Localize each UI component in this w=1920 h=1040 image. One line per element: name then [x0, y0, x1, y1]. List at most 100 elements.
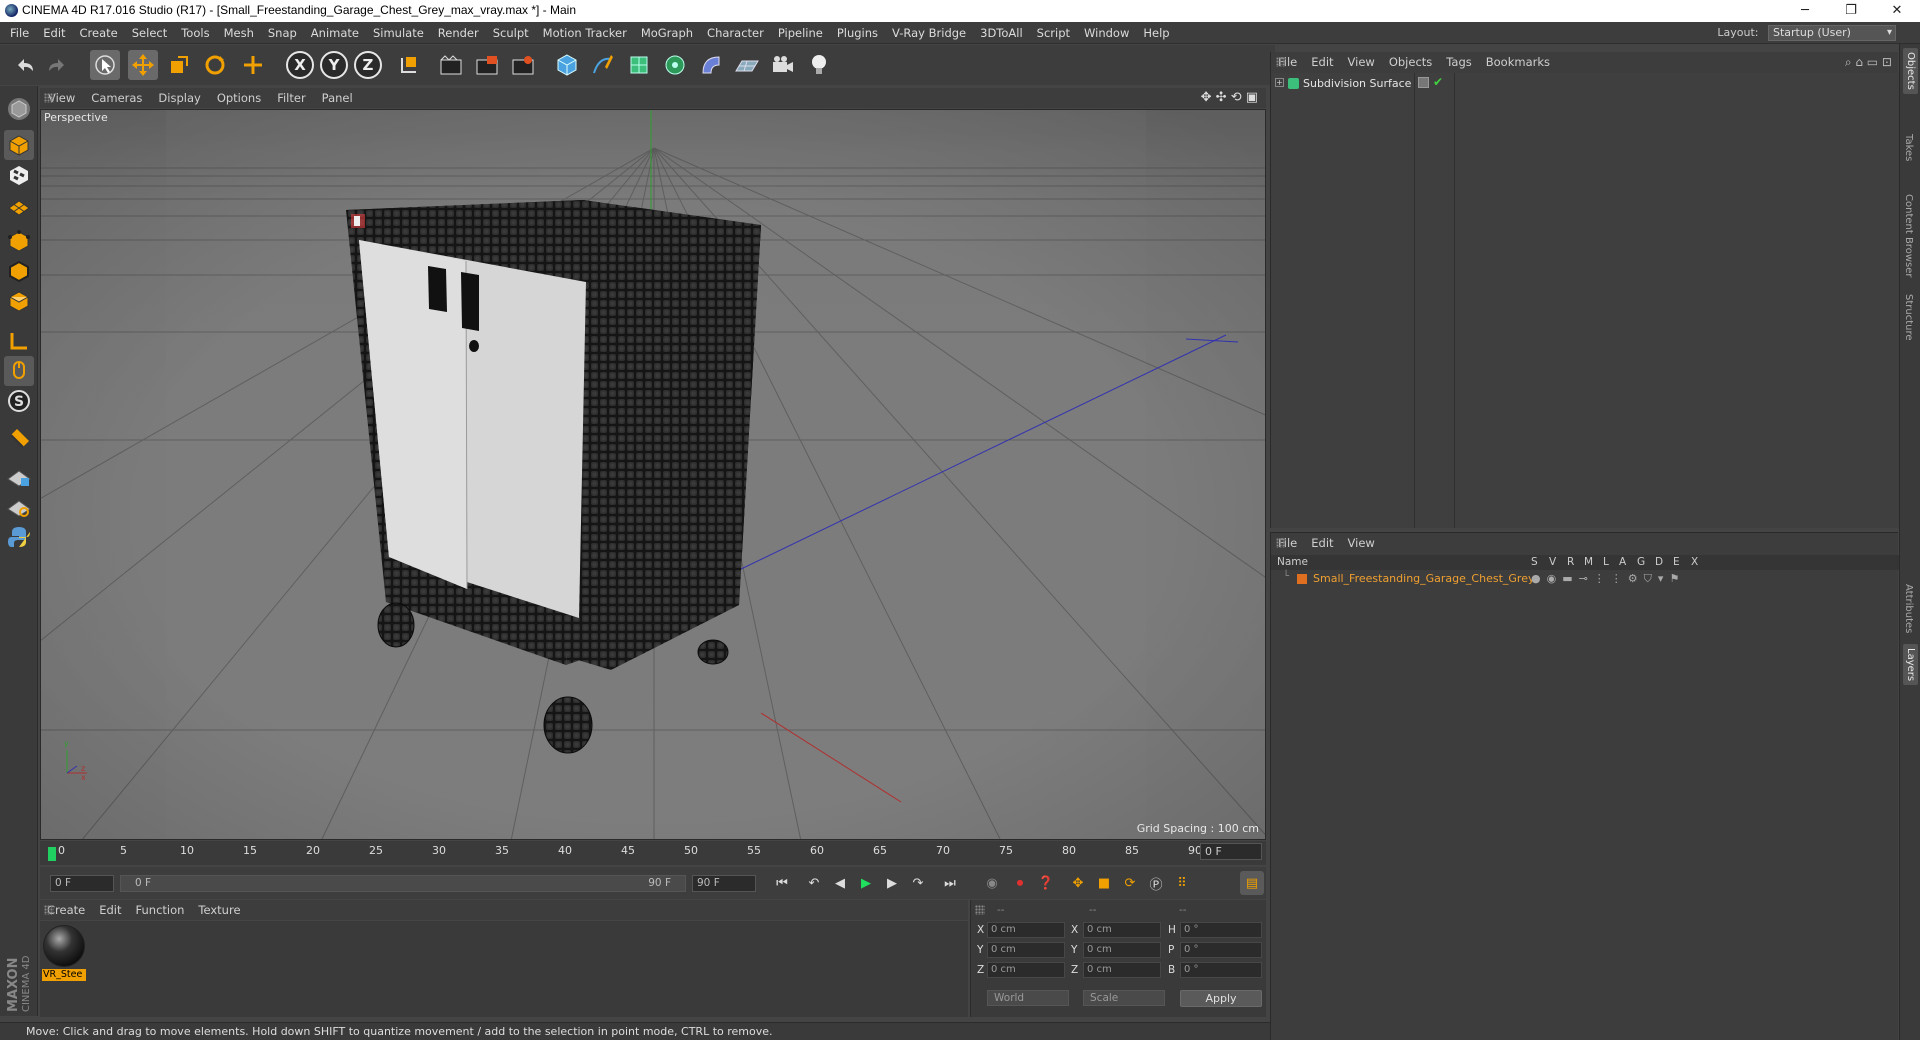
layer-col-view[interactable]: V [1549, 556, 1556, 568]
material-name-label[interactable]: VR_Stee [42, 969, 86, 981]
layer-color-swatch[interactable] [1297, 574, 1307, 584]
current-frame-field[interactable]: 0 F [1200, 843, 1262, 860]
perspective-viewport[interactable]: y z x Perspective Grid Spacing : 100 cm [40, 109, 1266, 840]
x-axis-lock[interactable]: X [286, 51, 314, 79]
material-menu-edit[interactable]: Edit [92, 900, 128, 920]
menu-animate[interactable]: Animate [304, 22, 366, 44]
rotation-b-field[interactable]: 0 ° [1180, 962, 1262, 978]
menu-tools[interactable]: Tools [174, 22, 216, 44]
redo-icon[interactable] [42, 50, 72, 80]
axis-mode-icon[interactable] [4, 326, 34, 356]
layer-col-xref[interactable]: X [1691, 556, 1698, 568]
menu-sculpt[interactable]: Sculpt [486, 22, 536, 44]
subdivision-surface-icon[interactable] [624, 50, 654, 80]
menu-simulate[interactable]: Simulate [366, 22, 431, 44]
frame-ruler[interactable]: 0 5 10 15 20 25 30 35 40 45 50 55 60 65 … [48, 844, 1202, 862]
menu-script[interactable]: Script [1030, 22, 1077, 44]
record-keys-icon[interactable]: ⏺ [1008, 871, 1032, 895]
deformer-icon[interactable] [696, 50, 726, 80]
panel-grip-icon[interactable] [44, 905, 54, 915]
object-visibility-icon[interactable] [1418, 77, 1429, 88]
side-tab-takes[interactable]: Takes [1903, 134, 1914, 161]
menu-help[interactable]: Help [1136, 22, 1176, 44]
undo-icon[interactable] [10, 50, 40, 80]
layer-col-expressions[interactable]: E [1673, 556, 1680, 568]
edges-mode-icon[interactable] [4, 256, 34, 286]
make-editable-icon[interactable] [4, 94, 34, 124]
timeline-window-icon[interactable]: ▤ [1240, 871, 1264, 895]
menu-pipeline[interactable]: Pipeline [771, 22, 830, 44]
texture-mode-icon[interactable] [4, 160, 34, 190]
menu-3dtoall[interactable]: 3DToAll [973, 22, 1030, 44]
menu-edit[interactable]: Edit [36, 22, 72, 44]
render-view-icon[interactable] [436, 50, 466, 80]
side-tab-structure[interactable]: Structure [1903, 294, 1914, 341]
autokey-icon[interactable]: ❓ [1034, 871, 1058, 895]
menu-snap[interactable]: Snap [261, 22, 304, 44]
menu-mograph[interactable]: MoGraph [634, 22, 700, 44]
size-y-field[interactable]: 0 cm [1083, 942, 1161, 958]
object-name[interactable]: Subdivision Surface [1303, 77, 1411, 90]
expand-toggle-icon[interactable]: + [1275, 78, 1284, 87]
previous-frame-icon[interactable]: ◀ [828, 871, 852, 895]
material-menu-texture[interactable]: Texture [191, 900, 247, 920]
viewport-menu-options[interactable]: Options [209, 88, 269, 108]
size-z-field[interactable]: 0 cm [1083, 962, 1161, 978]
menu-window[interactable]: Window [1077, 22, 1136, 44]
workplane-align-icon[interactable] [4, 492, 34, 522]
playhead-marker[interactable] [48, 847, 56, 861]
position-y-field[interactable]: 0 cm [987, 942, 1065, 958]
menu-select[interactable]: Select [125, 22, 174, 44]
menu-vray-bridge[interactable]: V-Ray Bridge [885, 22, 973, 44]
rotate-tool-icon[interactable] [200, 50, 230, 80]
menu-file[interactable]: File [3, 22, 36, 44]
apply-button[interactable]: Apply [1180, 990, 1262, 1007]
cube-primitive-icon[interactable] [552, 50, 582, 80]
model-mode-icon[interactable] [4, 130, 34, 160]
panel-grip-icon[interactable] [44, 93, 54, 103]
size-mode-dropdown[interactable]: Scale [1083, 990, 1165, 1006]
layer-col-solo[interactable]: S [1531, 556, 1538, 568]
layer-col-generators[interactable]: G [1637, 556, 1645, 568]
objects-menu-bookmarks[interactable]: Bookmarks [1479, 52, 1557, 72]
side-tab-objects[interactable]: Objects [1903, 48, 1918, 94]
panel-grip-icon[interactable] [975, 905, 985, 915]
layers-menu-edit[interactable]: Edit [1304, 533, 1340, 553]
start-frame-field[interactable]: 0 F [50, 875, 114, 892]
z-axis-lock[interactable]: Z [354, 51, 382, 79]
recent-tools-icon[interactable] [238, 50, 268, 80]
material-preview-thumbnail[interactable] [43, 925, 85, 967]
coordinate-system-icon[interactable] [394, 50, 424, 80]
layer-col-name[interactable]: Name [1277, 556, 1308, 568]
live-selection-icon[interactable] [90, 50, 120, 80]
objects-menu-objects[interactable]: Objects [1382, 52, 1439, 72]
workplane-mode-icon[interactable] [4, 190, 34, 220]
y-axis-lock[interactable]: Y [320, 51, 348, 79]
python-icon[interactable] [4, 522, 34, 552]
cloner-icon[interactable] [660, 50, 690, 80]
key-parameter-icon[interactable]: Ⓟ [1144, 871, 1168, 895]
layer-row[interactable]: └ Small_Freestanding_Garage_Chest_Grey ●… [1271, 571, 1899, 587]
objects-menu-view[interactable]: View [1341, 52, 1382, 72]
key-rotation-icon[interactable]: ⟳ [1118, 871, 1142, 895]
layout-dropdown[interactable]: Startup (User) [1768, 25, 1896, 41]
floor-icon[interactable] [732, 50, 762, 80]
minimize-button[interactable]: ─ [1782, 0, 1828, 22]
play-icon[interactable]: ▶ [854, 871, 878, 895]
layer-col-render[interactable]: R [1567, 556, 1574, 568]
side-tab-attributes[interactable]: Attributes [1903, 584, 1914, 633]
layers-menu-view[interactable]: View [1341, 533, 1382, 553]
magnet-icon[interactable] [4, 424, 34, 454]
layer-name[interactable]: Small_Freestanding_Garage_Chest_Grey [1313, 572, 1534, 585]
next-frame-icon[interactable]: ▶︎ [880, 871, 904, 895]
panel-grip-icon[interactable] [1276, 538, 1286, 548]
objects-menu-tags[interactable]: Tags [1439, 52, 1478, 72]
previous-key-icon[interactable]: ↶ [802, 871, 826, 895]
layer-col-locked[interactable]: L [1603, 556, 1609, 568]
key-position-icon[interactable]: ✥ [1066, 871, 1090, 895]
pen-spline-icon[interactable] [588, 50, 618, 80]
objects-menu-edit[interactable]: Edit [1304, 52, 1340, 72]
go-to-end-icon[interactable]: ⏭ [938, 871, 962, 895]
rotation-h-field[interactable]: 0 ° [1180, 922, 1262, 938]
viewport-navigation-icons[interactable]: ✥ ✣ ⟲ ▣ [1201, 90, 1258, 105]
